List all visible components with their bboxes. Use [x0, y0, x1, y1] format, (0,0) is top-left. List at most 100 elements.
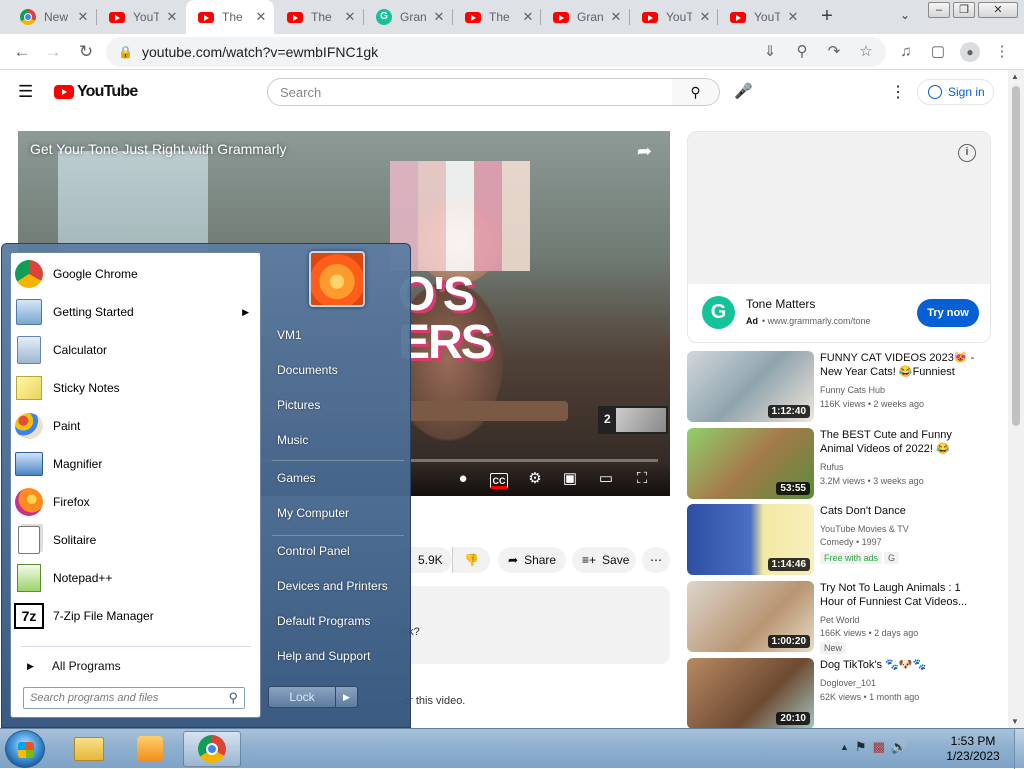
close-tab-icon[interactable]: ✕ [76, 10, 90, 24]
start-program-item[interactable]: Paint [13, 409, 259, 443]
start-link-control-panel[interactable]: Control Panel [277, 544, 350, 558]
browser-tab[interactable]: YouT ✕ [718, 0, 806, 34]
channel-name[interactable]: Funny Cats Hub [820, 385, 885, 395]
video-title[interactable]: The BEST Cute and Funny Animal Videos of… [820, 428, 980, 456]
channel-name[interactable]: Pet World [820, 615, 859, 625]
taskbar-media-player[interactable] [121, 731, 179, 767]
share-page-icon[interactable]: ↷ [824, 42, 844, 62]
scroll-up-arrow-icon[interactable]: ▲ [1011, 72, 1019, 81]
ad-card[interactable]: i G Tone Matters Ad • www.grammarly.com/t… [687, 131, 991, 343]
start-link-pictures[interactable]: Pictures [277, 398, 320, 412]
show-desktop-button[interactable] [1014, 729, 1024, 769]
all-programs-button[interactable]: ▶ All Programs [21, 653, 251, 679]
ad-info-icon[interactable]: i [958, 144, 976, 162]
browser-tab[interactable]: The ✕ [275, 0, 363, 34]
video-thumbnail[interactable]: 1:00:20 [687, 581, 814, 652]
start-program-item[interactable]: Sticky Notes [13, 371, 259, 405]
start-program-item[interactable]: Firefox [13, 485, 259, 519]
start-link-help-and-support[interactable]: Help and Support [277, 649, 370, 663]
hamburger-menu-icon[interactable]: ☰ [18, 82, 33, 102]
description-box[interactable]: nk? [402, 586, 670, 664]
start-link-music[interactable]: Music [277, 433, 308, 447]
channel-name[interactable]: Doglover_101 [820, 678, 876, 688]
close-tab-icon[interactable]: ✕ [521, 10, 535, 24]
browser-tab[interactable]: New ✕ [8, 0, 96, 34]
start-search-input[interactable]: Search programs and files ⚲ [23, 687, 245, 709]
show-hidden-icons-icon[interactable]: ▲ [840, 742, 849, 755]
page-scrollbar[interactable]: ▲ ▼ [1008, 70, 1024, 728]
minimize-button[interactable]: – [928, 2, 950, 18]
close-tab-icon[interactable]: ✕ [254, 10, 268, 24]
start-link-devices-and-printers[interactable]: Devices and Printers [277, 579, 388, 593]
autoplay-toggle-icon[interactable]: ● [450, 469, 476, 489]
search-button[interactable]: ⚲ [672, 78, 720, 106]
scrollbar-thumb[interactable] [1012, 86, 1020, 426]
new-tab-button[interactable]: + [817, 6, 837, 26]
video-title[interactable]: Dog TikTok's 🐾🐶🐾 [820, 658, 980, 672]
start-program-item[interactable]: Magnifier [13, 447, 259, 481]
more-actions-button[interactable]: ⋯ [642, 547, 670, 573]
browser-tab[interactable]: YouT ✕ [97, 0, 185, 34]
save-button[interactable]: ≡+ Save [572, 547, 636, 573]
side-panel-icon[interactable]: ▢ [928, 42, 948, 62]
video-thumbnail[interactable]: 53:55 [687, 428, 814, 499]
close-window-button[interactable]: ✕ [978, 2, 1018, 18]
browser-tab[interactable]: The ✕ [186, 0, 274, 34]
settings-gear-icon[interactable]: ⚙ [525, 469, 545, 489]
video-title[interactable]: Cats Don't Dance [820, 504, 980, 518]
sign-in-button[interactable]: Sign in [917, 79, 994, 105]
channel-name[interactable]: YouTube Movies & TV [820, 524, 909, 534]
like-button[interactable]: 5.9K [404, 547, 452, 573]
recommendation-item[interactable]: 1:14:46 Cats Don't Dance YouTube Movies … [687, 504, 1007, 576]
forward-button[interactable]: → [43, 42, 63, 62]
video-title[interactable]: FUNNY CAT VIDEOS 2023😻 - New Year Cats! … [820, 351, 980, 381]
chrome-menu-icon[interactable]: ⋮ [992, 42, 1012, 62]
start-link-games[interactable]: Games [277, 471, 316, 485]
volume-icon[interactable]: 🔊 [891, 739, 907, 755]
try-now-button[interactable]: Try now [917, 299, 979, 327]
close-tab-icon[interactable]: ✕ [343, 10, 357, 24]
zoom-icon[interactable]: ⚲ [792, 42, 812, 62]
install-app-icon[interactable]: ⇓ [760, 42, 780, 62]
scroll-down-arrow-icon[interactable]: ▼ [1011, 717, 1019, 726]
close-tab-icon[interactable]: ✕ [786, 10, 800, 24]
start-program-item[interactable]: Getting Started ▶ [13, 295, 259, 329]
profile-icon[interactable]: ● [960, 42, 980, 62]
start-program-item[interactable]: Notepad++ [13, 561, 259, 595]
captions-icon[interactable]: CC [490, 473, 508, 489]
browser-tab[interactable]: G Gran ✕ [364, 0, 452, 34]
dislike-button[interactable]: 👎 [452, 547, 490, 573]
restore-button[interactable]: ❐ [953, 2, 975, 18]
browser-tab[interactable]: The ✕ [453, 0, 541, 34]
recommendation-item[interactable]: 1:00:20 Try Not To Laugh Animals : 1 Hou… [687, 581, 1007, 654]
start-link-documents[interactable]: Documents [277, 363, 338, 377]
start-program-item[interactable]: Calculator [13, 333, 259, 367]
start-link-my-computer[interactable]: My Computer [277, 506, 349, 520]
browser-tab[interactable]: Gran ✕ [541, 0, 629, 34]
start-link-default-programs[interactable]: Default Programs [277, 614, 370, 628]
reload-button[interactable]: ↻ [76, 42, 96, 62]
video-thumbnail[interactable]: 20:10 [687, 658, 814, 729]
theater-mode-icon[interactable]: ▭ [596, 469, 616, 489]
end-card[interactable]: 2 [598, 406, 668, 434]
system-clock[interactable]: 1:53 PM 1/23/2023 [940, 734, 1006, 764]
video-overlay-title[interactable]: Get Your Tone Just Right with Grammarly [30, 141, 287, 157]
start-link-vm1[interactable]: VM1 [277, 328, 302, 342]
user-picture[interactable] [309, 251, 365, 307]
voice-search-icon[interactable]: 🎤 [734, 82, 753, 100]
start-program-item[interactable]: Solitaire [13, 523, 259, 557]
tab-search-chevron-icon[interactable]: ⌄ [897, 8, 913, 24]
close-tab-icon[interactable]: ✕ [165, 10, 179, 24]
close-tab-icon[interactable]: ✕ [698, 10, 712, 24]
media-control-icon[interactable]: ♫ [896, 42, 916, 62]
video-thumbnail[interactable]: 1:12:40 [687, 351, 814, 422]
recommendation-item[interactable]: 1:12:40 FUNNY CAT VIDEOS 2023😻 - New Yea… [687, 351, 1007, 423]
recommendation-item[interactable]: 20:10 Dog TikTok's 🐾🐶🐾 Doglover_101 62K … [687, 658, 1007, 730]
back-button[interactable]: ← [12, 42, 32, 62]
shutdown-options-arrow-icon[interactable]: ▶ [336, 686, 358, 708]
miniplayer-icon[interactable]: ▣ [560, 469, 580, 489]
start-program-item[interactable]: Google Chrome [13, 257, 259, 291]
browser-tab[interactable]: YouT ✕ [630, 0, 718, 34]
settings-menu-icon[interactable]: ⋮ [890, 82, 906, 102]
lock-button[interactable]: Lock [268, 686, 336, 708]
